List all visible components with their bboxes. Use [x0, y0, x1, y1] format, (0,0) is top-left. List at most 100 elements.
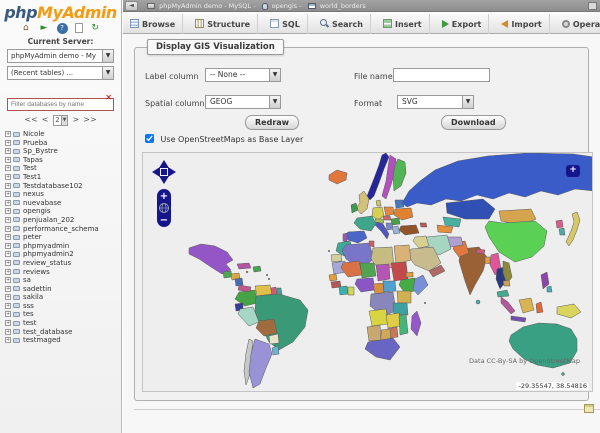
server-select[interactable]: phpMyAdmin demo - My ▼: [7, 49, 114, 63]
expand-icon[interactable]: +: [5, 294, 11, 301]
osm-base-layer-checkbox[interactable]: [145, 134, 154, 143]
database-tree-item[interactable]: + Test1: [5, 173, 121, 182]
database-tree-item[interactable]: + nuevabase: [5, 199, 121, 208]
expand-icon[interactable]: +: [5, 191, 11, 198]
database-tree-item[interactable]: + testmaged: [5, 336, 121, 345]
expand-icon[interactable]: +: [5, 139, 11, 146]
svg-text:+: +: [160, 191, 168, 202]
database-tree-item[interactable]: + Test: [5, 164, 121, 173]
expand-icon[interactable]: +: [5, 165, 11, 172]
download-button[interactable]: Download: [441, 115, 506, 130]
expand-icon[interactable]: +: [5, 173, 11, 180]
window-icon[interactable]: [588, 2, 597, 10]
database-tree-item[interactable]: + review_status: [5, 259, 121, 268]
gis-map-viewport[interactable]: + − + Data CC-By-SA by OpenStreetMap -29…: [142, 152, 593, 392]
spatial-column-select[interactable]: GEOG ▼: [205, 95, 281, 109]
database-icon: [13, 208, 20, 214]
database-tree-item[interactable]: + Prueba: [5, 139, 121, 148]
expand-icon[interactable]: +: [5, 277, 11, 284]
map-pan-zoom-control[interactable]: + −: [151, 159, 177, 231]
database-icon: [13, 243, 20, 249]
expand-icon[interactable]: +: [5, 328, 11, 335]
expand-icon[interactable]: +: [5, 268, 11, 275]
page-prev-link[interactable]: <: [42, 115, 49, 124]
database-tree-item[interactable]: + nexus: [5, 190, 121, 199]
database-tree-item[interactable]: + test: [5, 319, 121, 328]
home-icon[interactable]: ⌂: [20, 23, 31, 34]
breadcrumb-database[interactable]: opengis: [272, 2, 298, 10]
tab-export[interactable]: Export: [435, 14, 490, 36]
expand-icon[interactable]: +: [5, 199, 11, 206]
database-tree-item[interactable]: + phpmyadmin: [5, 242, 121, 251]
database-tree-item[interactable]: + sadettin: [5, 285, 121, 294]
sidebar-icon-row: ⌂ ► ? ↻: [0, 23, 121, 35]
phpmyadmin-logo[interactable]: phpMyAdmin: [0, 0, 121, 22]
collapse-navigation-icon[interactable]: ◄: [125, 1, 138, 11]
expand-icon[interactable]: +: [5, 216, 11, 223]
database-tree-item[interactable]: + Nicole: [5, 130, 121, 139]
page-next-link[interactable]: >: [73, 115, 80, 124]
navigation-sidebar: phpMyAdmin ⌂ ► ? ↻ Current Server: phpMy…: [0, 0, 122, 433]
expand-icon[interactable]: +: [5, 251, 11, 258]
database-tree-item[interactable]: + opengis: [5, 207, 121, 216]
tab-import[interactable]: Import: [494, 14, 550, 36]
database-tree-item[interactable]: + test_database: [5, 328, 121, 337]
database-tree-item[interactable]: + Tapas: [5, 156, 121, 165]
expand-icon[interactable]: +: [5, 148, 11, 155]
database-icon: [13, 303, 20, 309]
format-select[interactable]: SVG ▼: [397, 95, 474, 109]
expand-icon[interactable]: +: [5, 259, 11, 266]
database-tree-item[interactable]: + tes: [5, 310, 121, 319]
file-name-input[interactable]: [393, 68, 490, 82]
logout-icon[interactable]: ►: [38, 23, 49, 34]
database-tree-item[interactable]: + performance_schema: [5, 225, 121, 234]
fieldset-legend: Display GIS Visualization: [147, 39, 284, 55]
svg-text:−: −: [160, 215, 168, 226]
breadcrumb-server[interactable]: phpMyAdmin demo - MySQL: [159, 2, 251, 10]
expand-icon[interactable]: +: [5, 320, 11, 327]
expand-icon[interactable]: +: [5, 337, 11, 344]
database-tree-item[interactable]: + sss: [5, 302, 121, 311]
expand-icon[interactable]: +: [5, 208, 11, 215]
database-tree-item[interactable]: + reviews: [5, 268, 121, 277]
page-first-link[interactable]: <<: [24, 115, 37, 124]
expand-icon[interactable]: +: [5, 242, 11, 249]
database-tree-item[interactable]: + peter: [5, 233, 121, 242]
database-tree-item[interactable]: + sakila: [5, 293, 121, 302]
expand-icon[interactable]: +: [5, 311, 11, 318]
page-last-link[interactable]: >>: [83, 115, 96, 124]
tab-operations[interactable]: Operations: [555, 14, 600, 36]
tab-browse[interactable]: Browse: [123, 14, 184, 36]
tab-search[interactable]: Search: [313, 14, 371, 36]
database-tree-item[interactable]: + phpmyadmin2: [5, 250, 121, 259]
tab-insert[interactable]: Insert: [376, 14, 430, 36]
redraw-button[interactable]: Redraw: [245, 115, 300, 130]
new-window-icon[interactable]: [584, 404, 594, 413]
database-tree-item[interactable]: + penjualan_202: [5, 216, 121, 225]
reload-navigation-icon[interactable]: ↻: [90, 23, 101, 34]
database-tree-item[interactable]: + Testdatabase102: [5, 182, 121, 191]
label-column-select[interactable]: -- None -- ▼: [205, 68, 281, 82]
layer-switcher-icon[interactable]: +: [566, 165, 580, 177]
tab-structure[interactable]: Structure: [188, 14, 259, 36]
database-name: nuevabase: [23, 198, 62, 207]
expand-icon[interactable]: +: [5, 285, 11, 292]
database-tree-item[interactable]: + Sp_Bystre: [5, 147, 121, 156]
tab-sql[interactable]: SQL: [263, 14, 308, 36]
database-tree-item[interactable]: + sa: [5, 276, 121, 285]
help-icon[interactable]: ?: [56, 23, 68, 34]
expand-icon[interactable]: +: [5, 131, 11, 137]
expand-icon[interactable]: +: [5, 156, 11, 163]
documentation-icon[interactable]: [74, 23, 83, 33]
expand-icon[interactable]: +: [5, 234, 11, 241]
page-number-value: 2: [55, 116, 60, 124]
expand-icon[interactable]: +: [5, 225, 11, 232]
page-number-select[interactable]: 2 ▼: [53, 115, 68, 126]
clear-filter-icon[interactable]: ✕: [105, 92, 112, 103]
expand-icon[interactable]: +: [5, 182, 11, 189]
database-name: sss: [23, 301, 34, 310]
recent-tables-select[interactable]: (Recent tables) ... ▼: [7, 66, 114, 80]
expand-icon[interactable]: +: [5, 302, 11, 309]
breadcrumb-table[interactable]: world_borders: [320, 2, 366, 10]
filter-databases-input[interactable]: [7, 98, 114, 111]
